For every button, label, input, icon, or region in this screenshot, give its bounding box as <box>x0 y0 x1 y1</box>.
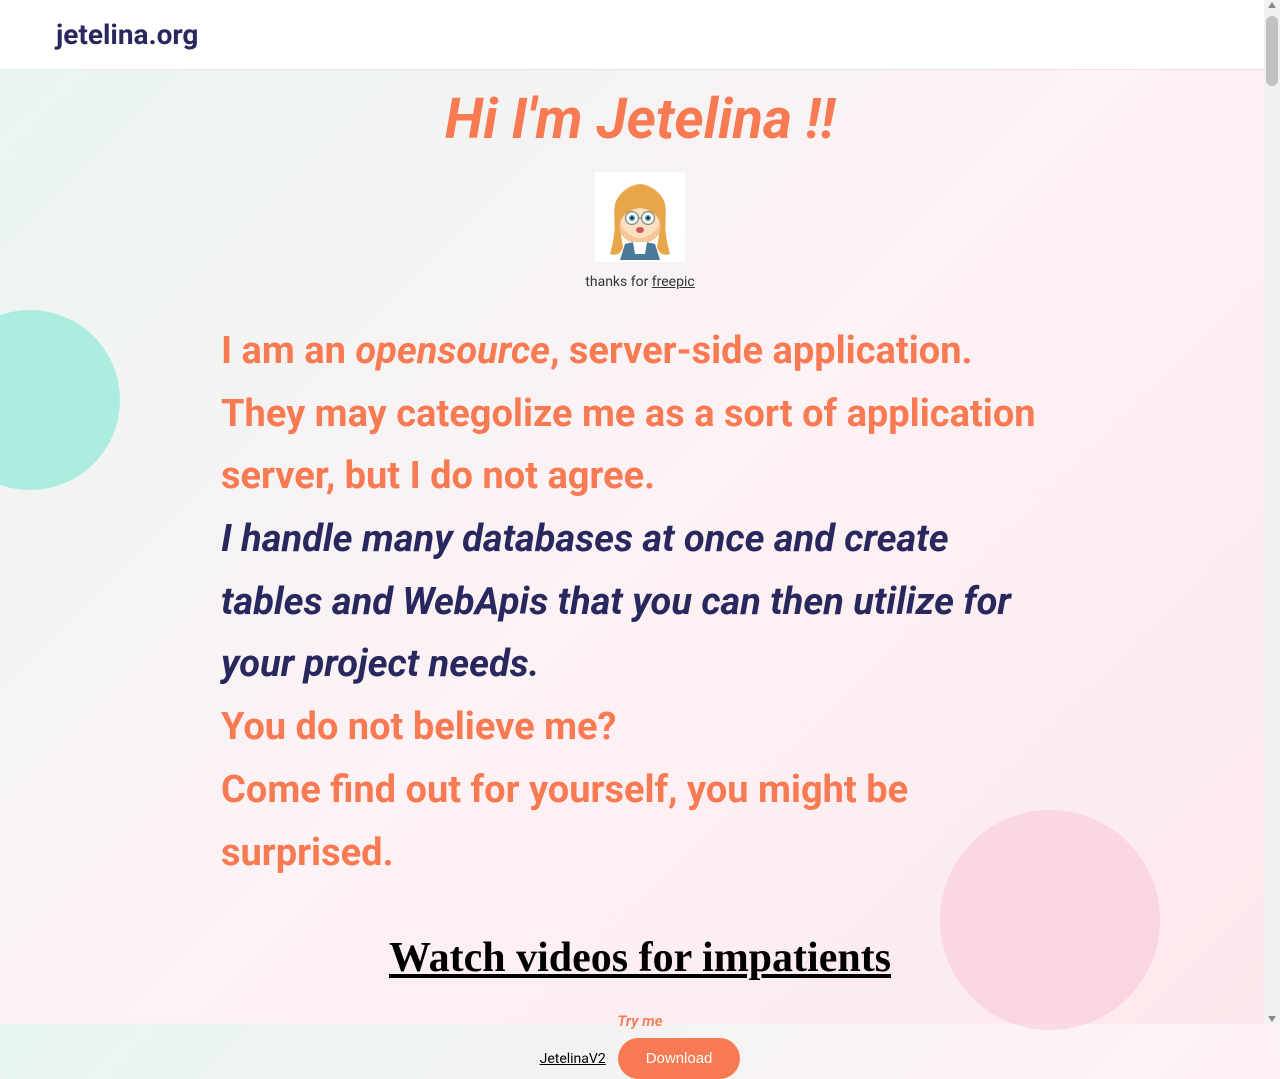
scrollbar-down-icon[interactable] <box>1268 1016 1276 1022</box>
intro-line1-suffix: , server-side application. <box>550 329 972 373</box>
scrollbar-thumb[interactable] <box>1266 16 1278 86</box>
intro-line-4: You do not believe me? <box>221 696 1059 759</box>
scrollbar-vertical[interactable] <box>1264 0 1280 1024</box>
download-row: JetelinaV2 Download <box>0 1038 1280 1079</box>
attribution-prefix: thanks for <box>585 274 652 290</box>
video-section-heading[interactable]: Watch videos for impatients <box>0 934 1280 982</box>
attribution-text: thanks for freepic <box>0 274 1280 290</box>
try-me-label: Try me <box>0 1012 1280 1030</box>
hero-title: Hi I'm Jetelina !! <box>0 86 1280 152</box>
site-title[interactable]: jetelina.org <box>56 18 1224 51</box>
intro-opensource-word: opensource <box>355 329 550 373</box>
main-content: Hi I'm Jetelina !! <box>0 70 1280 1079</box>
attribution-link[interactable]: freepic <box>652 274 695 290</box>
intro-line-5: Come find out for yourself, you might be… <box>221 759 1059 884</box>
intro-line-2: They may categolize me as a sort of appl… <box>221 383 1059 508</box>
intro-text-block: I am an opensource, server-side applicat… <box>125 320 1155 884</box>
try-me-section: Try me JetelinaV2 Download <box>0 1012 1280 1079</box>
download-button[interactable]: Download <box>618 1038 741 1079</box>
avatar-container <box>0 172 1280 266</box>
intro-line-3-highlight: I handle many databases at once and crea… <box>221 508 1059 696</box>
page-header: jetelina.org <box>0 0 1280 70</box>
intro-line1-prefix: I am an <box>221 329 355 373</box>
intro-line-1: I am an opensource, server-side applicat… <box>221 320 1059 383</box>
avatar-image <box>595 172 685 262</box>
scrollbar-up-icon[interactable] <box>1268 2 1276 8</box>
version-link[interactable]: JetelinaV2 <box>540 1051 606 1067</box>
